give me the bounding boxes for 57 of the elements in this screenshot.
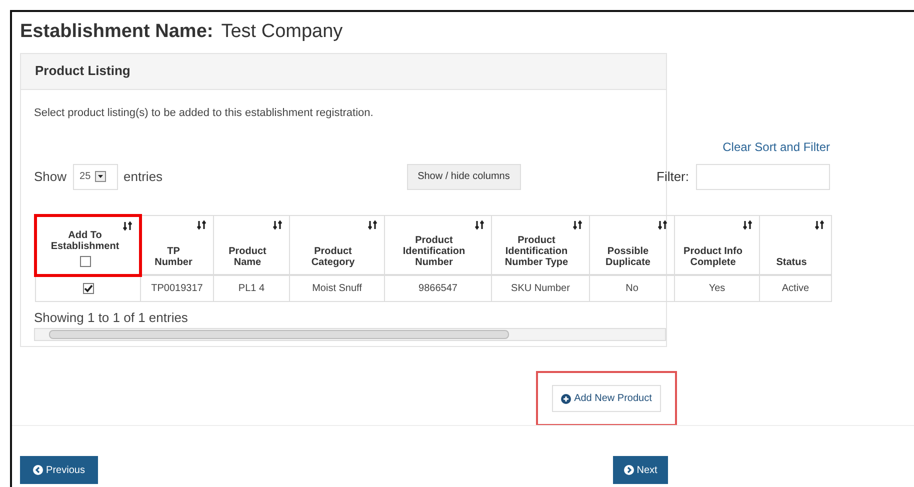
instruction-text: Select product listing(s) to be added to this establishment registration. [33, 106, 374, 120]
column-header[interactable]: Product Name [214, 215, 290, 275]
column-header[interactable]: Add To Establishment [36, 215, 140, 275]
filter-field[interactable] [696, 164, 830, 190]
sort-icon[interactable] [368, 220, 378, 230]
sort-icon[interactable] [123, 220, 133, 230]
checkbox[interactable] [82, 282, 94, 294]
sort-icon[interactable] [743, 220, 753, 230]
sort-icon[interactable] [658, 220, 668, 230]
table-cell: Yes [674, 275, 760, 301]
entries-select[interactable]: 25 [72, 164, 118, 190]
table-cell: SKU Number [492, 275, 590, 301]
add-new-product-button[interactable]: Add New Product [552, 385, 661, 412]
clear-sort-filter-link[interactable]: Clear Sort and Filter [722, 138, 830, 156]
table-info: Showing 1 to 1 of 1 entries [34, 310, 189, 326]
column-label: Product Category [310, 246, 356, 268]
column-header[interactable]: Product Identification Number [384, 215, 492, 275]
column-header[interactable]: TP Number [140, 215, 214, 275]
column-label: Product Identification Number Type [504, 235, 570, 268]
column-label: TP Number [154, 246, 194, 268]
filter-label: Filter: [656, 168, 689, 186]
table-cell: 9866547 [384, 275, 492, 301]
column-header[interactable]: Product Identification Number Type [492, 215, 590, 275]
table-cell: PL1 4 [214, 275, 290, 301]
column-header[interactable]: Status [760, 215, 832, 275]
table-cell: No [590, 275, 674, 301]
table-cell: Moist Snuff [290, 275, 384, 301]
establishment-name: Test Company [221, 20, 343, 44]
column-label: Product Identification Number [402, 235, 466, 268]
entries-label: entries [124, 168, 163, 186]
panel-title: Product Listing [35, 62, 130, 80]
column-header[interactable]: Product Info Complete [674, 215, 760, 275]
sort-icon[interactable] [815, 220, 825, 230]
column-label: Product Name [228, 246, 268, 268]
column-header[interactable]: Product Category [290, 215, 384, 275]
establishment-label: Establishment Name: [20, 20, 214, 44]
column-label: Possible Duplicate [604, 246, 652, 268]
column-label: Product Info Complete [682, 246, 744, 268]
checkbox[interactable] [80, 256, 90, 266]
table-cell: Active [760, 275, 832, 301]
sort-icon[interactable] [197, 220, 207, 230]
column-header[interactable]: Possible Duplicate [590, 215, 674, 275]
plus-circle-icon [561, 394, 572, 404]
show-label: Show [34, 168, 67, 186]
show-hide-columns-button[interactable]: Show / hide columns [406, 164, 521, 190]
table-cell: TP0019317 [140, 275, 214, 301]
sort-icon[interactable] [273, 220, 283, 230]
column-label: Add To Establishment [50, 230, 120, 252]
column-label: Status [775, 257, 808, 268]
horizontal-scrollbar[interactable] [34, 328, 666, 340]
sort-icon[interactable] [573, 220, 583, 230]
left-arrow-circle-icon [33, 465, 44, 475]
right-arrow-circle-icon [624, 465, 634, 475]
next-button[interactable]: Next [613, 456, 668, 484]
previous-button[interactable]: Previous [20, 456, 98, 484]
sort-icon[interactable] [475, 220, 485, 230]
dropdown-caret-icon [94, 171, 106, 182]
